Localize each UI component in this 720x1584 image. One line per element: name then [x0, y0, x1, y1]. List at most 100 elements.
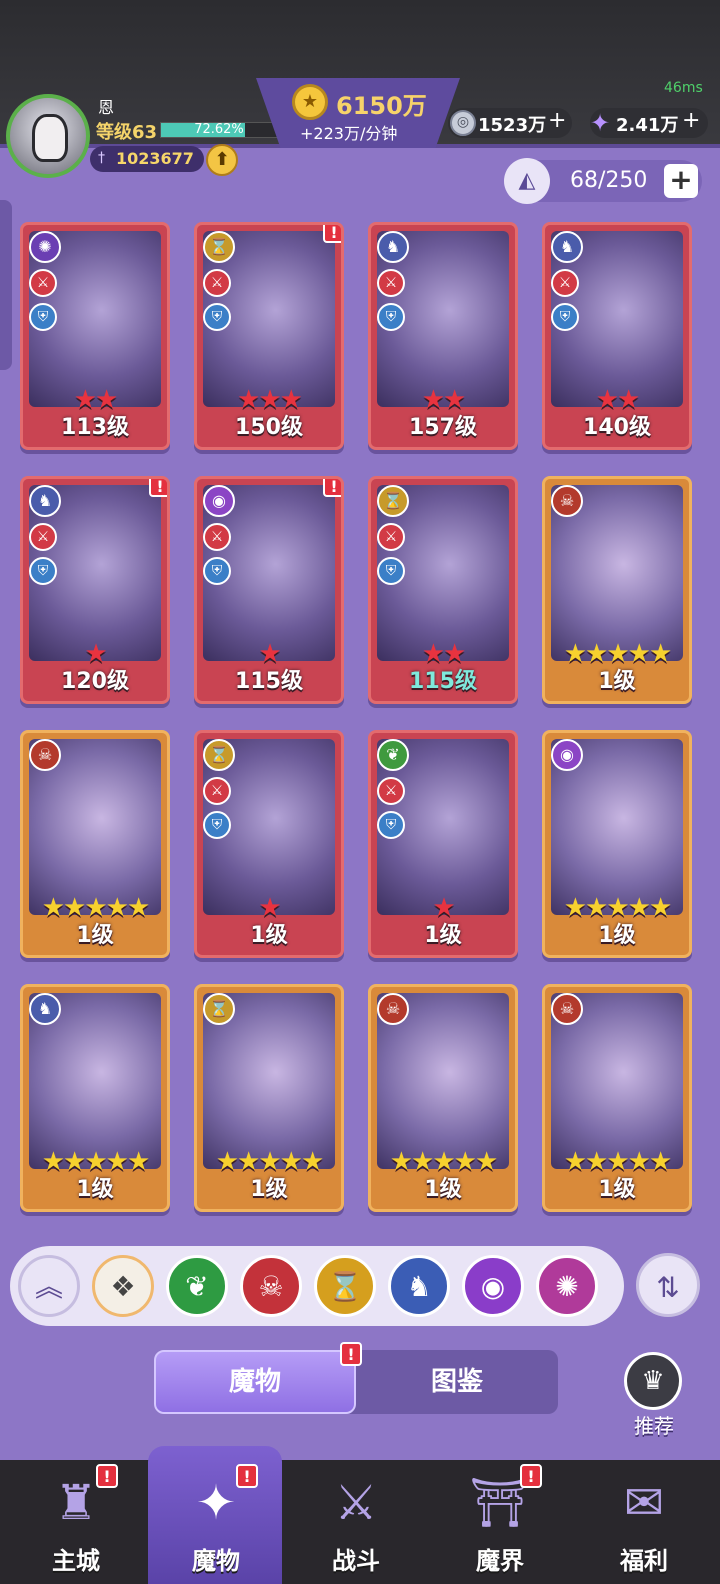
filter-time-icon[interactable]: ⌛: [314, 1255, 376, 1317]
nav-chest[interactable]: ✉ 福利: [574, 1460, 714, 1584]
monster-level: 157级: [409, 415, 477, 440]
monster-card[interactable]: ♞ ⚔ ⛨ ★ 120级!: [20, 476, 170, 704]
monster-card[interactable]: ◉ ★★★★★ 1级: [542, 730, 692, 958]
power-value: 1023677: [116, 149, 194, 168]
gold-coin-icon: ★: [292, 84, 328, 120]
hourglass-icon: ⌛: [203, 231, 235, 263]
filter-collapse-icon[interactable]: ︽: [18, 1255, 80, 1317]
monster-level: 1级: [250, 923, 288, 948]
filter-demon-icon[interactable]: ☠: [240, 1255, 302, 1317]
filter-beast-icon[interactable]: ♞: [388, 1255, 450, 1317]
resource1-box[interactable]: ◎ 1523万 +: [448, 108, 572, 138]
filter-all-icon[interactable]: ❖: [92, 1255, 154, 1317]
monster-level: 150级: [235, 415, 303, 440]
gem-star-icon: ✦: [590, 109, 611, 137]
eye-icon: ◉: [203, 485, 235, 517]
defense-role-icon: ⛨: [29, 303, 57, 331]
monster-level: 1级: [424, 923, 462, 948]
monster-level: 1级: [76, 923, 114, 948]
monster-level: 113级: [61, 415, 129, 440]
monster-level: 1级: [598, 923, 636, 948]
player-avatar[interactable]: [6, 94, 90, 178]
defense-role-icon: ⛨: [551, 303, 579, 331]
wolf-icon: ♞: [551, 231, 583, 263]
monster-level: 1级: [598, 669, 636, 694]
demon-icon: ☠: [377, 993, 409, 1025]
wolf-icon: ♞: [29, 485, 61, 517]
gold-rate: +223万/分钟: [300, 124, 398, 143]
tab-monsters-alert-icon: !: [340, 1342, 362, 1366]
hourglass-icon: ⌛: [203, 993, 235, 1025]
monster-level: 115级: [409, 669, 477, 694]
resource2-box[interactable]: ✦ 2.41万 +: [590, 108, 708, 138]
attack-role-icon: ⚔: [203, 269, 231, 297]
nav-shield-sword[interactable]: ⚔ 战斗: [286, 1460, 426, 1584]
exp-percent: 72.62%: [194, 122, 244, 137]
defense-role-icon: ⛨: [377, 811, 405, 839]
monster-slot-icon: ◭: [504, 158, 550, 204]
recommend-icon[interactable]: ♛: [624, 1352, 682, 1410]
monster-card[interactable]: ⌛ ★★★★★ 1级: [194, 984, 344, 1212]
alert-icon: !: [323, 479, 341, 497]
monster-card[interactable]: ♞ ⚔ ⛨ ★★ 157级: [368, 222, 518, 450]
tab-monsters[interactable]: 魔物: [154, 1350, 356, 1414]
nav-portal[interactable]: ⛩ 魔界!: [430, 1460, 570, 1584]
monster-card[interactable]: ✺ ⚔ ⛨ ★★ 113级: [20, 222, 170, 450]
capacity-text: 68/250: [570, 168, 648, 193]
defense-role-icon: ⛨: [203, 303, 231, 331]
monster-card[interactable]: ❦ ⚔ ⛨ ★ 1级: [368, 730, 518, 958]
nav-label: 主城: [52, 1547, 100, 1575]
sword-icon: †: [98, 150, 105, 166]
nav-label: 魔物: [192, 1547, 240, 1575]
monster-level: 1级: [424, 1177, 462, 1202]
resource1-amount: 1523万: [478, 115, 547, 136]
monster-card[interactable]: ⌛ ⚔ ⛨ ★★ 115级: [368, 476, 518, 704]
nav-flame[interactable]: ✦ 魔物!: [146, 1460, 286, 1584]
recommend-label[interactable]: 推荐: [624, 1410, 684, 1439]
side-drawer-handle[interactable]: [0, 200, 12, 370]
power-up-button[interactable]: ⬆: [206, 144, 238, 176]
nav-alert-icon: !: [236, 1464, 258, 1488]
monster-card[interactable]: ☠ ★★★★★ 1级: [368, 984, 518, 1212]
monster-card[interactable]: ☠ ★★★★★ 1级: [542, 476, 692, 704]
resource2-add-icon[interactable]: +: [682, 108, 700, 133]
resource1-add-icon[interactable]: +: [548, 108, 566, 133]
monster-level: 115级: [235, 669, 303, 694]
monster-card[interactable]: ◉ ⚔ ⛨ ★ 115级!: [194, 476, 344, 704]
sort-button[interactable]: ⇅: [636, 1253, 700, 1317]
player-name: 恩: [98, 98, 115, 117]
player-level: 等级63: [96, 122, 158, 143]
monster-card[interactable]: ♞ ★★★★★ 1级: [20, 984, 170, 1212]
defense-role-icon: ⛨: [377, 303, 405, 331]
tab-codex[interactable]: 图鉴: [356, 1350, 558, 1414]
avatar-face: [32, 114, 68, 162]
defense-role-icon: ⛨: [29, 557, 57, 585]
nav-label: 魔界: [476, 1547, 524, 1575]
monster-card[interactable]: ☠ ★★★★★ 1级: [542, 984, 692, 1212]
monster-level: 1级: [598, 1177, 636, 1202]
alert-icon: !: [149, 479, 167, 497]
nav-castle[interactable]: ♜ 主城!: [6, 1460, 146, 1584]
demon-icon: ☠: [551, 993, 583, 1025]
filter-nature-icon[interactable]: ❦: [166, 1255, 228, 1317]
eye-icon: ◉: [551, 739, 583, 771]
shield-sword-icon: ⚔: [334, 1475, 378, 1531]
monster-card[interactable]: ⌛ ⚔ ⛨ ★★★ 150级!: [194, 222, 344, 450]
gold-amount: 6150万: [336, 92, 427, 120]
monster-card[interactable]: ☠ ★★★★★ 1级: [20, 730, 170, 958]
monster-card[interactable]: ⌛ ⚔ ⛨ ★ 1级: [194, 730, 344, 958]
chest-icon: ✉: [623, 1475, 665, 1531]
monster-level: 1级: [250, 1177, 288, 1202]
filter-chaos-icon[interactable]: ✺: [536, 1255, 598, 1317]
expand-capacity-button[interactable]: +: [664, 164, 698, 198]
monster-card[interactable]: ♞ ⚔ ⛨ ★★ 140级: [542, 222, 692, 450]
demon-icon: ☠: [29, 739, 61, 771]
monster-level: 120级: [61, 669, 129, 694]
ping-readout: 46ms: [664, 80, 703, 96]
leaf-icon: ❦: [377, 739, 409, 771]
wolf-icon: ♞: [29, 993, 61, 1025]
attack-role-icon: ⚔: [203, 523, 231, 551]
exp-bar: 72.62%: [160, 122, 278, 138]
nav-label: 福利: [620, 1547, 668, 1575]
filter-eye-icon[interactable]: ◉: [462, 1255, 524, 1317]
